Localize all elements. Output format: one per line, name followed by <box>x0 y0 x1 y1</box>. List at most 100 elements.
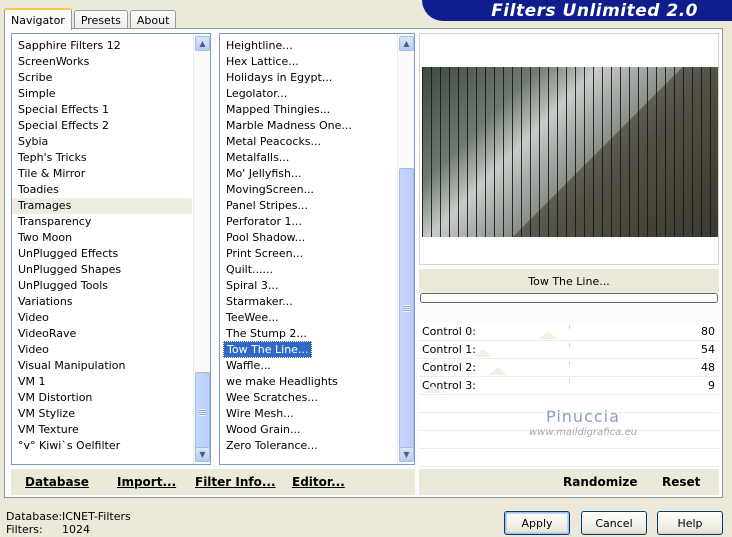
category-scroll-up-button[interactable]: ▲ <box>195 36 210 51</box>
app-title-banner: Filters Unlimited 2.0 <box>422 0 732 21</box>
preview-frame <box>419 33 719 265</box>
filter-item[interactable]: Print Screen... <box>220 246 396 262</box>
category-scroll-down-button[interactable]: ▼ <box>195 447 210 462</box>
category-item[interactable]: Toadies <box>12 182 192 198</box>
category-item[interactable]: VM Stylize <box>12 406 192 422</box>
category-item[interactable]: °v° Kiwi`s Oelfilter <box>12 438 192 454</box>
help-button[interactable]: Help <box>657 511 723 535</box>
filter-item[interactable]: Tow The Line... <box>220 341 396 358</box>
chevron-up-icon: ▲ <box>199 39 206 48</box>
category-item[interactable]: UnPlugged Effects <box>12 246 192 262</box>
control-slider-1[interactable]: Control 1: 54 <box>419 341 719 359</box>
category-item[interactable]: Video <box>12 310 192 326</box>
filter-item[interactable]: Wire Mesh... <box>220 406 396 422</box>
filter-scrollbar[interactable]: ▲ ▼ <box>397 34 414 464</box>
import-button[interactable]: Import... <box>117 475 176 489</box>
slider-handle[interactable] <box>539 331 557 339</box>
category-item[interactable]: ScreenWorks <box>12 54 192 70</box>
filter-info-button[interactable]: Filter Info... <box>195 475 276 489</box>
category-item[interactable]: Tramages <box>12 198 192 214</box>
category-list[interactable]: Sapphire Filters 12 ScreenWorks Scribe Simp… <box>11 33 211 465</box>
category-item[interactable]: Video <box>12 342 192 358</box>
category-item[interactable]: UnPlugged Shapes <box>12 262 192 278</box>
chevron-down-icon: ▼ <box>199 450 206 459</box>
category-item[interactable]: Simple <box>12 86 192 102</box>
editor-button[interactable]: Editor... <box>292 475 345 489</box>
filter-name-display: Tow The Line... <box>419 269 719 293</box>
filter-scroll-up-button[interactable]: ▲ <box>399 36 414 51</box>
filter-item-label: Metalfalls... <box>226 151 290 164</box>
filter-item[interactable]: we make Headlights <box>220 374 396 390</box>
filter-item[interactable]: Marble Madness One... <box>220 118 396 134</box>
filter-item-label: Heightline... <box>226 39 293 52</box>
category-item[interactable]: Transparency <box>12 214 192 230</box>
filter-list[interactable]: Heightline... Hex Lattice... Holidays in E… <box>219 33 415 465</box>
category-item[interactable]: Sybia <box>12 134 192 150</box>
category-item[interactable]: VM Texture <box>12 422 192 438</box>
filter-item[interactable]: Metalfalls... <box>220 150 396 166</box>
category-item[interactable]: Special Effects 2 <box>12 118 192 134</box>
filter-item[interactable]: Mo' Jellyfish... <box>220 166 396 182</box>
filter-item[interactable]: Pool Shadow... <box>220 230 396 246</box>
filter-item[interactable]: Starmaker... <box>220 294 396 310</box>
category-item[interactable]: Tile & Mirror <box>12 166 192 182</box>
filter-item[interactable]: Legolator... <box>220 86 396 102</box>
filter-item[interactable]: Holidays in Egypt... <box>220 70 396 86</box>
filter-item[interactable]: Mapped Thingies... <box>220 102 396 118</box>
category-item[interactable]: Two Moon <box>12 230 192 246</box>
filter-item[interactable]: MovingScreen... <box>220 182 396 198</box>
grip-icon <box>199 408 206 416</box>
grip-icon <box>403 304 410 312</box>
apply-button[interactable]: Apply <box>504 511 570 535</box>
tab-strip: Navigator Presets About <box>4 6 178 30</box>
filter-item-label: Metal Peacocks... <box>226 135 322 148</box>
filters-label: Filters: <box>6 523 43 536</box>
category-item[interactable]: Variations <box>12 294 192 310</box>
cancel-button[interactable]: Cancel <box>581 511 647 535</box>
slider-handle[interactable] <box>489 367 507 375</box>
category-item[interactable]: Scribe <box>12 70 192 86</box>
control-slider-3[interactable]: Control 3: 9 <box>419 377 719 395</box>
filter-item[interactable]: Waffle... <box>220 358 396 374</box>
filter-item[interactable]: Hex Lattice... <box>220 54 396 70</box>
category-scrollbar[interactable]: ▲ ▼ <box>193 34 210 464</box>
filter-item[interactable]: Heightline... <box>220 38 396 54</box>
category-scroll-thumb[interactable] <box>195 372 210 452</box>
tab-navigator[interactable]: Navigator <box>4 8 72 30</box>
filter-item[interactable]: Panel Stripes... <box>220 198 396 214</box>
filter-item[interactable]: Spiral 3... <box>220 278 396 294</box>
filter-item[interactable]: Wee Scratches... <box>220 390 396 406</box>
category-item[interactable]: UnPlugged Tools <box>12 278 192 294</box>
filter-item[interactable]: The Stump 2... <box>220 326 396 342</box>
tab-presets[interactable]: Presets <box>73 10 128 29</box>
randomize-button[interactable]: Randomize <box>563 475 637 489</box>
filter-scroll-thumb[interactable] <box>399 168 414 448</box>
category-item[interactable]: Teph's Tricks <box>12 150 192 166</box>
category-item[interactable]: Sapphire Filters 12 <box>12 38 192 54</box>
database-label: Database: <box>6 510 63 523</box>
filter-item[interactable]: Perforator 1... <box>220 214 396 230</box>
tab-about[interactable]: About <box>129 10 177 29</box>
category-item[interactable]: Special Effects 1 <box>12 102 192 118</box>
filter-item[interactable]: Metal Peacocks... <box>220 134 396 150</box>
slider-handle[interactable] <box>424 385 442 393</box>
filter-scroll-down-button[interactable]: ▼ <box>399 447 414 462</box>
filter-item[interactable]: Wood Grain... <box>220 422 396 438</box>
filter-item-label: Spiral 3... <box>226 279 279 292</box>
filter-item[interactable]: TeeWee... <box>220 310 396 326</box>
control-rows: Control 0: 80 Control 1: 54 Control 2: 48 Cont… <box>419 323 719 395</box>
slider-handle[interactable] <box>474 349 492 357</box>
category-item[interactable]: VM Distortion <box>12 390 192 406</box>
control-slider-2[interactable]: Control 2: 48 <box>419 359 719 377</box>
control-slider-0[interactable]: Control 0: 80 <box>419 323 719 341</box>
filter-item[interactable]: Quilt...... <box>220 262 396 278</box>
category-item[interactable]: VideoRave <box>12 326 192 342</box>
category-item[interactable]: Visual Manipulation <box>12 358 192 374</box>
controls-area: Control 0: 80 Control 1: 54 Control 2: 48 Cont… <box>419 323 719 467</box>
filter-item-label: Wee Scratches... <box>226 391 318 404</box>
database-button[interactable]: Database <box>25 475 89 489</box>
filter-item-label: Waffle... <box>226 359 271 372</box>
reset-button[interactable]: Reset <box>662 475 700 489</box>
filter-item[interactable]: Zero Tolerance... <box>220 438 396 454</box>
category-item[interactable]: VM 1 <box>12 374 192 390</box>
